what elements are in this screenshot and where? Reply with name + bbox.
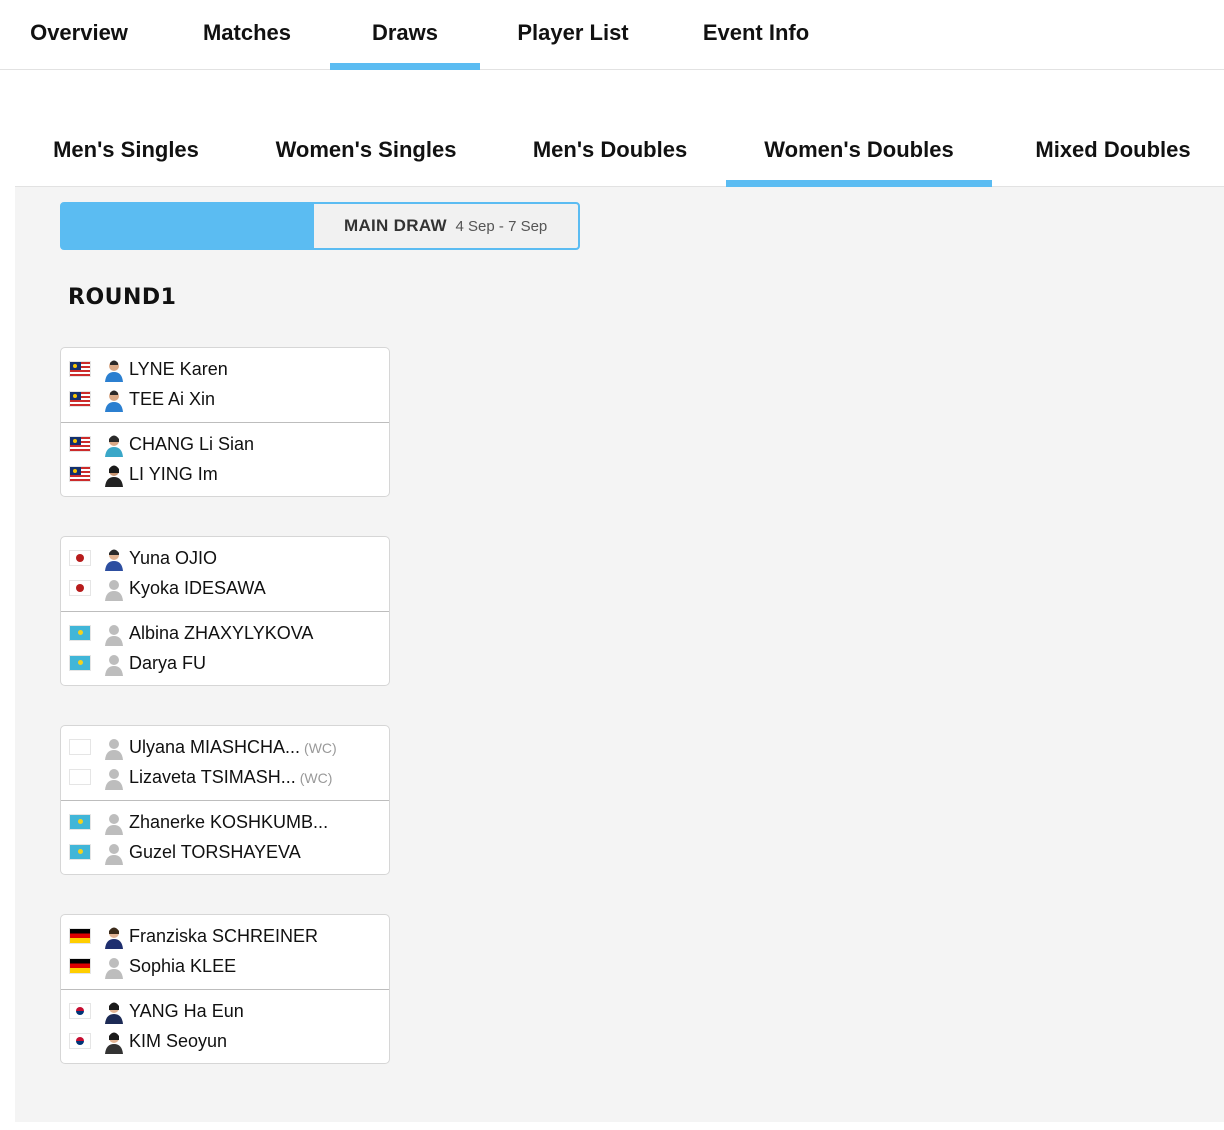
- player-name: LI YING Im: [129, 464, 218, 484]
- player-name: Yuna OJIO: [129, 548, 218, 568]
- wildcard-note: (WC): [299, 770, 333, 786]
- default-avatar-icon: [105, 655, 123, 676]
- default-avatar-icon: [105, 739, 123, 760]
- draw-stage-toggle: MAIN DRAW 4 Sep - 7 Sep: [60, 202, 580, 250]
- player-name: Zhanerke KOSHKUMB...: [129, 812, 329, 832]
- player-name: Kyoka IDESAWA: [129, 578, 266, 598]
- tab-matches[interactable]: Matches: [172, 0, 322, 69]
- kazakhstan-flag: [69, 814, 91, 830]
- default-avatar-icon: [105, 844, 123, 865]
- kazakhstan-flag: [69, 625, 91, 641]
- tab-draws[interactable]: Draws: [330, 0, 480, 70]
- player-photo-icon: [105, 465, 123, 487]
- malaysia-flag: [69, 466, 91, 482]
- default-avatar-icon: [105, 958, 123, 979]
- event-nav: Men's Singles Women's Singles Men's Doub…: [15, 115, 1224, 187]
- player-photo-icon: [105, 1002, 123, 1024]
- tab-womens-doubles[interactable]: Women's Doubles: [726, 115, 992, 187]
- player-name: TEE Ai Xin: [129, 389, 216, 409]
- player-photo-icon: [105, 927, 123, 949]
- tab-player-list[interactable]: Player List: [496, 0, 650, 69]
- player-row[interactable]: Ulyana MIASHCHA... (WC): [61, 732, 389, 762]
- player-row[interactable]: CHANG Li Sian: [61, 429, 389, 459]
- main-draw-label: MAIN DRAW: [344, 216, 447, 235]
- kazakhstan-flag: [69, 844, 91, 860]
- team: Ulyana MIASHCHA... (WC) Lizaveta TSIMASH.…: [61, 726, 389, 800]
- tab-overview[interactable]: Overview: [0, 0, 158, 69]
- top-nav: Overview Matches Draws Player List Event…: [0, 0, 1224, 70]
- blank-flag: [69, 769, 91, 785]
- player-row[interactable]: TEE Ai Xin: [61, 384, 389, 414]
- player-row[interactable]: Darya FU: [61, 648, 389, 678]
- player-row[interactable]: Guzel TORSHAYEVA: [61, 837, 389, 867]
- match-card[interactable]: Ulyana MIASHCHA... (WC) Lizaveta TSIMASH.…: [60, 725, 390, 875]
- player-name: Franziska SCHREINER: [129, 926, 319, 946]
- player-photo-icon: [105, 1032, 123, 1054]
- player-row[interactable]: LI YING Im: [61, 459, 389, 489]
- player-name-text: Lizaveta TSIMASH...: [129, 767, 296, 787]
- tab-event-info[interactable]: Event Info: [680, 0, 832, 69]
- default-avatar-icon: [105, 580, 123, 601]
- round-title: ROUND1: [68, 285, 177, 310]
- team: YANG Ha Eun KIM Seoyun: [61, 990, 389, 1064]
- player-name: Albina ZHAXYLYKOVA: [129, 623, 314, 643]
- player-name: Guzel TORSHAYEVA: [129, 842, 301, 862]
- player-name: Lizaveta TSIMASH... (WC): [129, 766, 332, 789]
- match-card[interactable]: LYNE Karen TEE Ai Xin CHANG Li Sian LI Y…: [60, 347, 390, 497]
- player-row[interactable]: Yuna OJIO: [61, 543, 389, 573]
- blank-flag: [69, 739, 91, 755]
- tab-mens-singles[interactable]: Men's Singles: [25, 115, 227, 186]
- germany-flag: [69, 928, 91, 944]
- match-card[interactable]: Franziska SCHREINER Sophia KLEE YANG Ha …: [60, 914, 390, 1064]
- default-avatar-icon: [105, 814, 123, 835]
- player-photo-icon: [105, 360, 123, 382]
- player-row[interactable]: LYNE Karen: [61, 354, 389, 384]
- default-avatar-icon: [105, 625, 123, 646]
- kazakhstan-flag: [69, 655, 91, 671]
- player-name: Sophia KLEE: [129, 956, 237, 976]
- tab-mixed-doubles[interactable]: Mixed Doubles: [1013, 115, 1213, 186]
- main-draw-option[interactable]: MAIN DRAW 4 Sep - 7 Sep: [314, 204, 578, 248]
- wildcard-note: (WC): [304, 740, 337, 756]
- tab-mens-doubles[interactable]: Men's Doubles: [509, 115, 711, 186]
- germany-flag: [69, 958, 91, 974]
- malaysia-flag: [69, 391, 91, 407]
- default-avatar-icon: [105, 769, 123, 790]
- player-photo-icon: [105, 549, 123, 571]
- player-row[interactable]: Albina ZHAXYLYKOVA: [61, 618, 389, 648]
- team: Yuna OJIO Kyoka IDESAWA: [61, 537, 389, 611]
- korea-flag: [69, 1033, 91, 1049]
- draw-content: MAIN DRAW 4 Sep - 7 Sep ROUND1 LYNE Kare…: [15, 187, 1224, 1122]
- player-name: YANG Ha Eun: [129, 1001, 244, 1021]
- player-row[interactable]: Franziska SCHREINER: [61, 921, 389, 951]
- malaysia-flag: [69, 436, 91, 452]
- team: Franziska SCHREINER Sophia KLEE: [61, 915, 389, 989]
- main-draw-dates: 4 Sep - 7 Sep: [455, 218, 548, 235]
- player-name: LYNE Karen: [129, 359, 228, 379]
- player-row[interactable]: Zhanerke KOSHKUMB...: [61, 807, 389, 837]
- player-row[interactable]: Lizaveta TSIMASH... (WC): [61, 762, 389, 792]
- player-name: CHANG Li Sian: [129, 434, 255, 454]
- japan-flag: [69, 580, 91, 596]
- match-card[interactable]: Yuna OJIO Kyoka IDESAWA Albina ZHAXYLYKO…: [60, 536, 390, 686]
- qualification-draw-option[interactable]: [62, 204, 314, 248]
- player-row[interactable]: YANG Ha Eun: [61, 996, 389, 1026]
- korea-flag: [69, 1003, 91, 1019]
- player-row[interactable]: Sophia KLEE: [61, 951, 389, 981]
- player-name: Ulyana MIASHCHA... (WC): [129, 736, 337, 759]
- player-name: Darya FU: [129, 653, 207, 673]
- malaysia-flag: [69, 361, 91, 377]
- team: Zhanerke KOSHKUMB... Guzel TORSHAYEVA: [61, 801, 389, 875]
- tab-womens-singles[interactable]: Women's Singles: [255, 115, 477, 186]
- team: CHANG Li Sian LI YING Im: [61, 423, 389, 497]
- team: Albina ZHAXYLYKOVA Darya FU: [61, 612, 389, 686]
- player-row[interactable]: KIM Seoyun: [61, 1026, 389, 1056]
- player-name: KIM Seoyun: [129, 1031, 228, 1051]
- japan-flag: [69, 550, 91, 566]
- team: LYNE Karen TEE Ai Xin: [61, 348, 389, 422]
- player-row[interactable]: Kyoka IDESAWA: [61, 573, 389, 603]
- player-photo-icon: [105, 390, 123, 412]
- player-name-text: Ulyana MIASHCHA...: [129, 737, 301, 757]
- player-photo-icon: [105, 435, 123, 457]
